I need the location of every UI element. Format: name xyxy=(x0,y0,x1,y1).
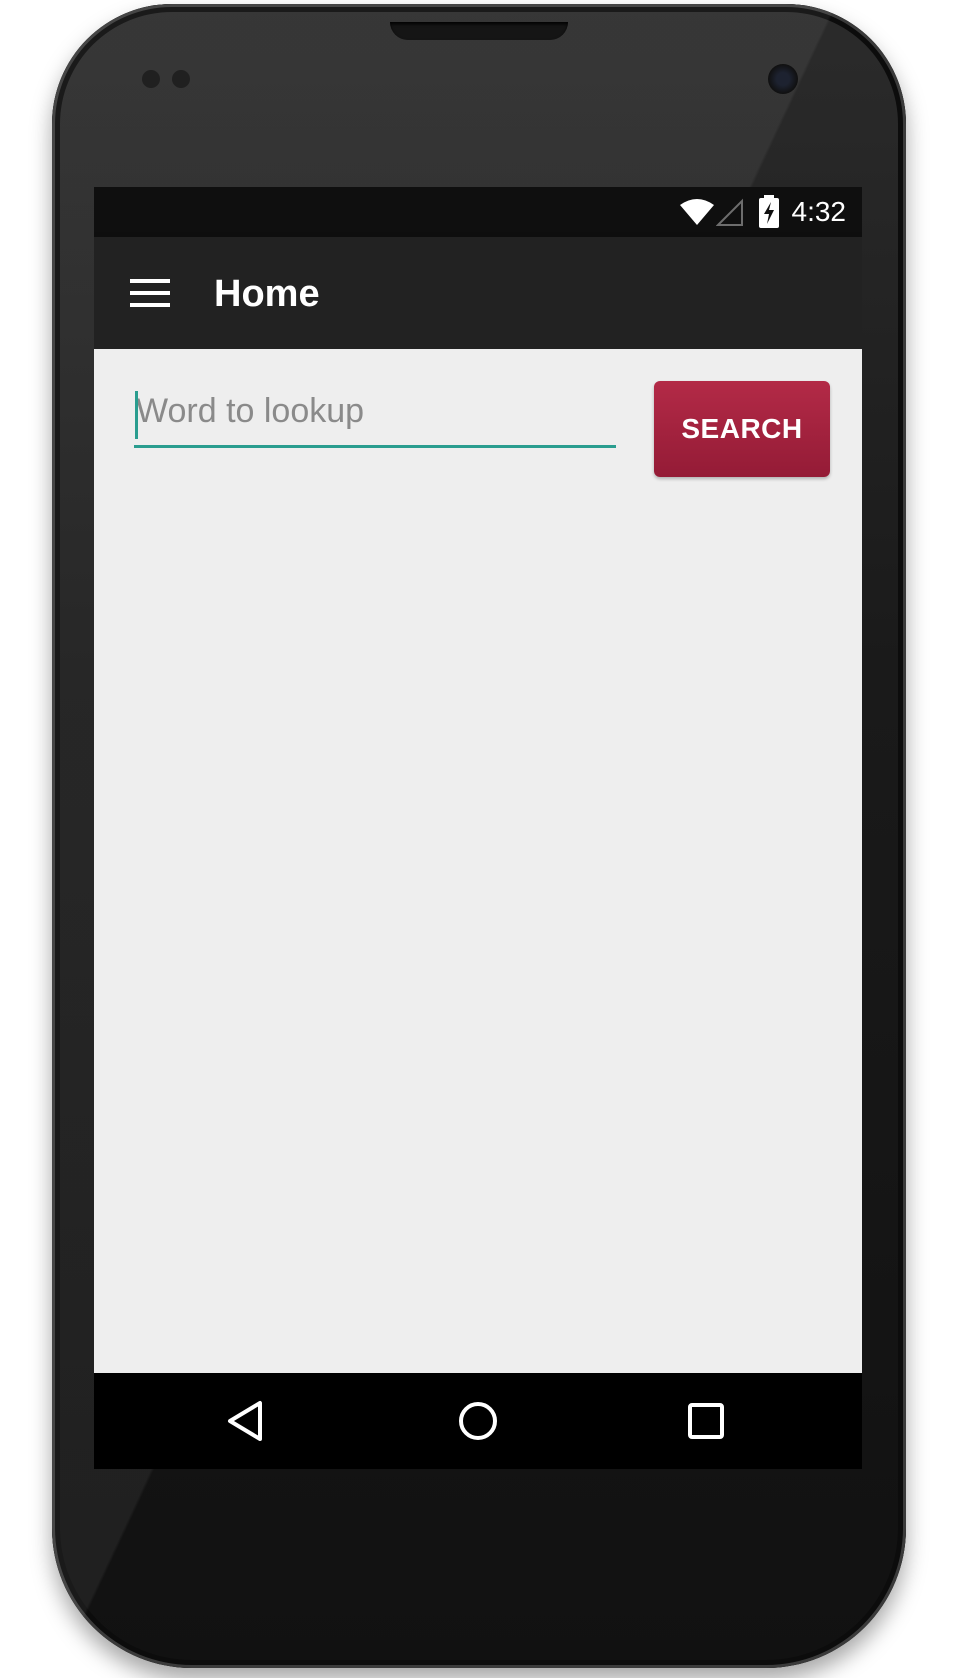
cell-signal-icon xyxy=(716,198,743,226)
hamburger-menu-icon[interactable] xyxy=(130,279,170,307)
word-search-input[interactable] xyxy=(134,383,616,448)
home-icon[interactable] xyxy=(456,1399,500,1443)
screen: 4:32 Home SEARCH xyxy=(94,187,862,1469)
front-camera xyxy=(768,64,798,94)
status-bar: 4:32 xyxy=(94,187,862,237)
text-caret xyxy=(135,391,138,439)
proximity-sensor xyxy=(142,70,160,88)
main-content: SEARCH xyxy=(94,349,862,1373)
navigation-bar xyxy=(94,1373,862,1469)
back-icon[interactable] xyxy=(224,1399,268,1443)
search-button[interactable]: SEARCH xyxy=(654,381,830,477)
page-title: Home xyxy=(214,273,320,315)
recents-icon[interactable] xyxy=(684,1399,728,1443)
status-time: 4:32 xyxy=(791,196,847,227)
battery-charging-icon xyxy=(759,195,779,228)
wifi-icon xyxy=(680,199,714,225)
earpiece-speaker xyxy=(390,22,568,40)
app-bar: Home xyxy=(94,237,862,349)
light-sensor xyxy=(172,70,190,88)
